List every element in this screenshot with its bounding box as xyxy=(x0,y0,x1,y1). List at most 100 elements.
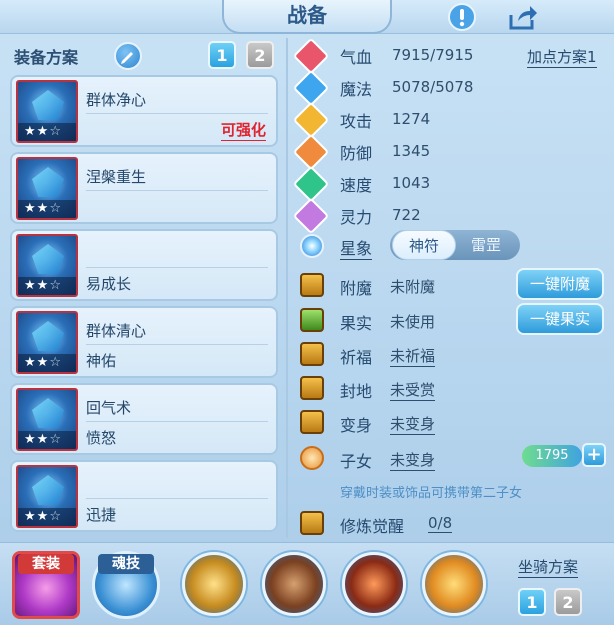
children-counter: 1795 xyxy=(522,445,582,467)
stat-value: 722 xyxy=(392,206,421,224)
speed-icon xyxy=(292,165,330,203)
one-click-fruit-button[interactable]: 一键果实 xyxy=(516,303,604,335)
stat-mp: 魔法 5078/5078 xyxy=(292,69,606,107)
equip-plan-tab-2[interactable]: 2 xyxy=(246,41,274,69)
feature-value-link[interactable]: 未祈福 xyxy=(390,345,436,367)
soul-skill-label: 魂技 xyxy=(98,554,154,574)
stat-name: 防御 xyxy=(340,144,373,163)
equip-plan-tab-1[interactable]: 1 xyxy=(208,41,236,69)
stat-name: 气血 xyxy=(340,48,373,67)
equipment-slot-2[interactable]: ★★☆ 涅槃重生 xyxy=(10,152,278,224)
star-sign-link[interactable]: 星象 xyxy=(340,235,373,260)
equipment-icon[interactable]: ★★☆ xyxy=(16,157,78,220)
heart-icon xyxy=(292,37,330,75)
upgradeable-link[interactable]: 可强化 xyxy=(220,119,266,141)
feature-cultivation: 修炼觉醒 0/8 xyxy=(296,508,612,540)
equip-plan-header: 装备方案 1 2 xyxy=(14,40,284,70)
share-icon[interactable] xyxy=(508,2,538,32)
feature-value-link[interactable]: 未变身 xyxy=(390,449,436,471)
stat-name: 攻击 xyxy=(340,112,373,131)
feature-value-link[interactable]: 未受赏 xyxy=(390,379,436,401)
feature-fruit: 果实 未使用 一键果实 xyxy=(296,303,612,337)
children-icon xyxy=(300,446,324,470)
transform-card-4[interactable] xyxy=(422,552,486,616)
feature-value: 未使用 xyxy=(390,313,436,331)
feature-name: 果实 xyxy=(340,314,373,333)
attack-icon xyxy=(292,101,330,139)
one-click-enchant-button[interactable]: 一键附魔 xyxy=(516,268,604,300)
equip-skill-1: 群体清心 xyxy=(86,322,147,340)
feature-value-link[interactable]: 未变身 xyxy=(390,413,436,435)
feature-fief: 封地 未受赏 xyxy=(296,373,612,405)
equip-skill-1: 群体净心 xyxy=(86,91,147,109)
equip-skill-2: 愤怒 xyxy=(86,429,117,447)
equipment-slot-5[interactable]: ★★☆ 回气术 愤怒 xyxy=(10,383,278,455)
equipment-slot-1[interactable]: ★★☆ 群体净心 可强化 xyxy=(10,75,278,147)
stat-attack: 攻击 1274 xyxy=(292,101,606,139)
transform-card-1[interactable] xyxy=(182,552,246,616)
equipment-slot-6[interactable]: ★★☆ 迅捷 xyxy=(10,460,278,532)
feature-name: 修炼觉醒 xyxy=(340,517,405,536)
mount-plan-tab-2[interactable]: 2 xyxy=(554,588,582,616)
fruit-icon xyxy=(300,308,324,332)
feature-children: 子女 未变身 1795 + xyxy=(296,443,612,475)
feature-name: 变身 xyxy=(340,416,373,435)
feature-name: 子女 xyxy=(340,452,373,471)
blessing-icon xyxy=(300,342,324,366)
star-rating: ★★☆ xyxy=(18,354,76,372)
star-rating: ★★☆ xyxy=(18,508,76,526)
stat-spirit: 灵力 722 xyxy=(292,197,606,235)
edit-pen-icon[interactable] xyxy=(114,42,142,70)
feature-name: 封地 xyxy=(340,382,373,401)
stat-defense: 防御 1345 xyxy=(292,133,606,171)
cultivation-icon xyxy=(300,511,324,535)
mount-plan-tab-1[interactable]: 1 xyxy=(518,588,546,616)
feature-name: 祈福 xyxy=(340,348,373,367)
equipment-list: ★★☆ 群体净心 可强化 ★★☆ 涅槃重生 ★★☆ 易成长 ★★☆ 群体清心 神… xyxy=(10,75,278,537)
star-sign-toggle[interactable]: 神符 雷罡 xyxy=(390,230,520,260)
page-title: 战备 xyxy=(222,0,392,34)
star-rating: ★★☆ xyxy=(18,431,76,449)
fief-icon xyxy=(300,376,324,400)
stat-name: 魔法 xyxy=(340,80,373,99)
add-point-plan-link[interactable]: 加点方案1 xyxy=(527,46,597,68)
equipment-icon[interactable]: ★★☆ xyxy=(16,234,78,297)
equipment-slot-3[interactable]: ★★☆ 易成长 xyxy=(10,229,278,301)
equipment-icon[interactable]: ★★☆ xyxy=(16,80,78,143)
equipment-icon[interactable]: ★★☆ xyxy=(16,388,78,451)
equip-skill-2: 易成长 xyxy=(86,275,132,293)
equipment-icon[interactable]: ★★☆ xyxy=(16,465,78,528)
toggle-option-leigang[interactable]: 雷罡 xyxy=(454,230,518,260)
stat-value: 1345 xyxy=(392,142,431,160)
equipment-icon[interactable]: ★★☆ xyxy=(16,311,78,374)
spirit-icon xyxy=(292,197,330,235)
stat-value: 7915/7915 xyxy=(392,46,474,64)
feature-blessing: 祈福 未祈福 xyxy=(296,339,612,371)
stat-value: 1274 xyxy=(392,110,431,128)
transform-icon xyxy=(300,410,324,434)
mana-icon xyxy=(292,69,330,107)
children-hint: 穿戴时装或饰品可携带第二子女 xyxy=(340,486,523,501)
star-rating: ★★☆ xyxy=(18,277,76,295)
equip-skill-2: 迅捷 xyxy=(86,506,117,524)
feature-transform: 变身 未变身 xyxy=(296,407,612,439)
stat-name: 速度 xyxy=(340,176,373,195)
add-button[interactable]: + xyxy=(582,443,606,467)
mount-plan-link[interactable]: 坐骑方案 xyxy=(518,556,579,578)
stat-value: 5078/5078 xyxy=(392,78,474,96)
feature-name: 附魔 xyxy=(340,279,373,298)
info-icon[interactable] xyxy=(447,2,477,32)
toggle-option-shenfu[interactable]: 神符 xyxy=(392,230,456,260)
equipment-slot-4[interactable]: ★★☆ 群体清心 神佑 xyxy=(10,306,278,378)
feature-value: 未附魔 xyxy=(390,278,436,296)
transform-card-3[interactable] xyxy=(342,552,406,616)
transform-card-2[interactable] xyxy=(262,552,326,616)
star-rating: ★★☆ xyxy=(18,200,76,218)
equip-skill-2: 神佑 xyxy=(86,352,117,370)
equip-skill-1: 涅槃重生 xyxy=(86,168,147,186)
defense-icon xyxy=(292,133,330,171)
feature-enchant: 附魔 未附魔 一键附魔 xyxy=(296,268,612,302)
feature-value-link[interactable]: 0/8 xyxy=(428,514,453,533)
star-sign-icon xyxy=(300,234,324,258)
panel-divider xyxy=(286,38,288,538)
